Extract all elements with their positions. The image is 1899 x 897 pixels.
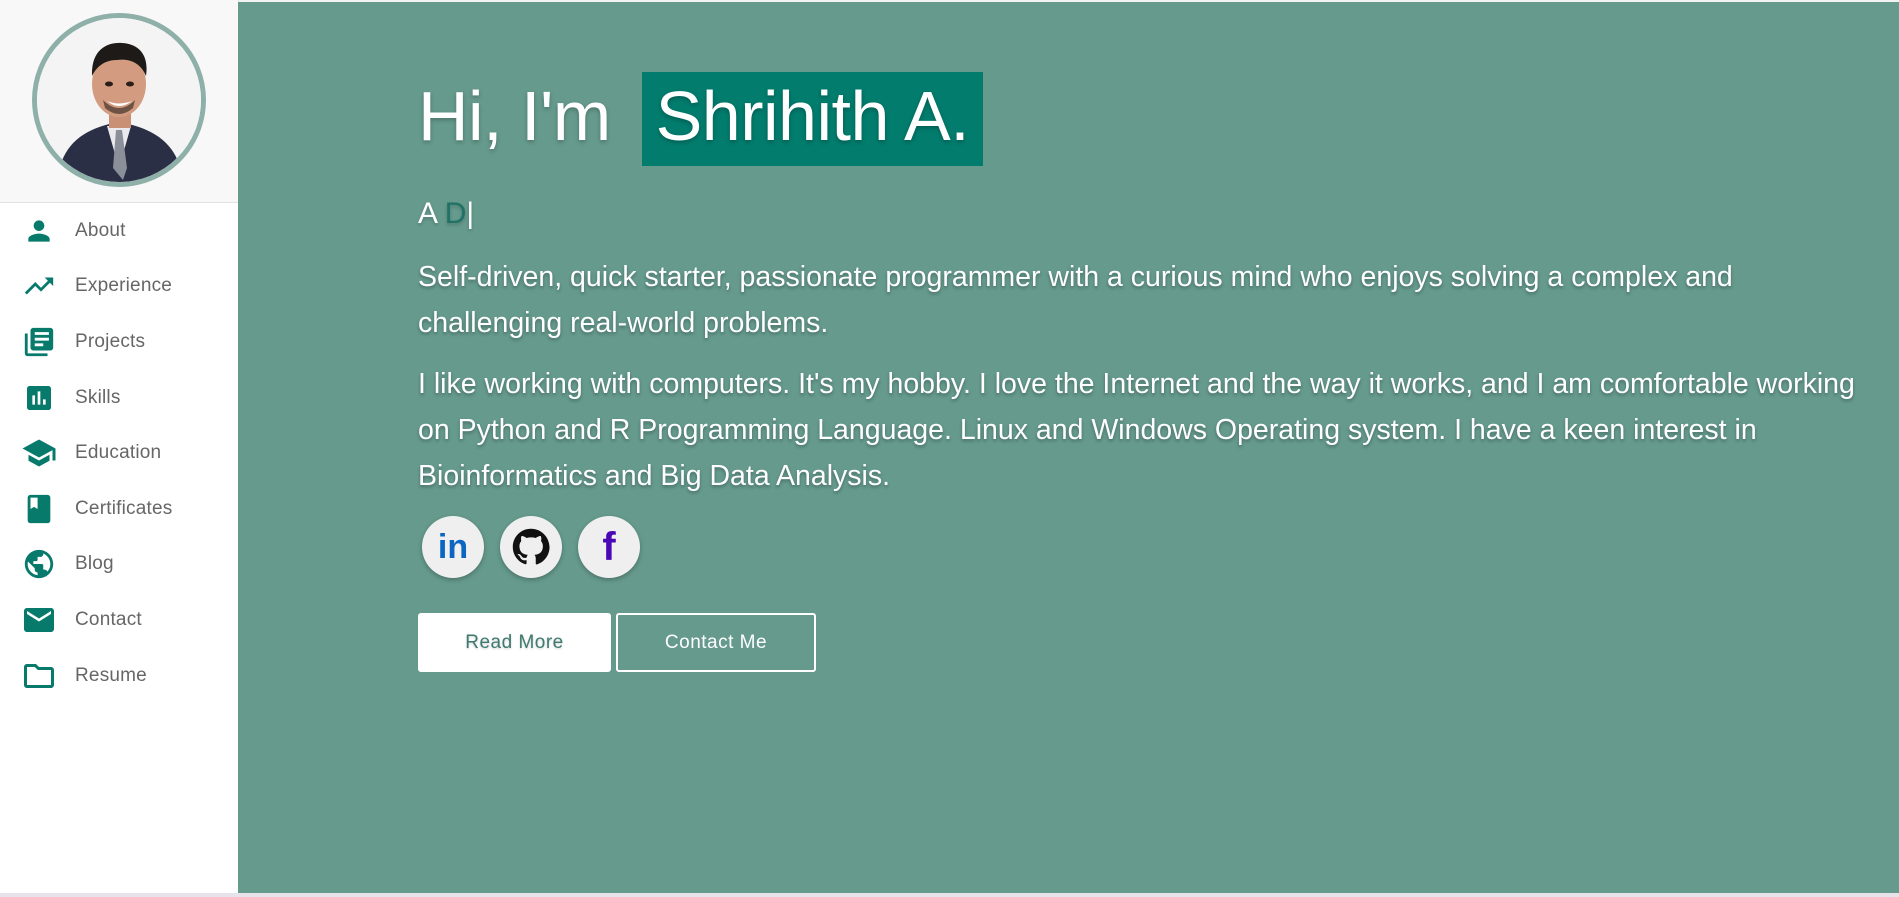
sidebar-item-label: Contact — [75, 608, 142, 630]
sidebar-item-blog[interactable]: Blog — [0, 537, 238, 593]
book-icon — [20, 491, 58, 527]
read-more-button[interactable]: Read More — [418, 613, 611, 672]
sidebar-item-label: Education — [75, 442, 162, 464]
github-link[interactable] — [500, 516, 562, 578]
sidebar-item-projects[interactable]: Projects — [0, 314, 238, 370]
typed-current: D — [444, 197, 467, 230]
sidebar-item-label: Projects — [75, 330, 146, 352]
mail-icon — [20, 602, 58, 638]
person-icon — [20, 213, 58, 249]
intro-paragraph: Self-driven, quick starter, passionate p… — [418, 261, 1733, 339]
sidebar-item-label: Resume — [75, 664, 147, 686]
facebook-link[interactable]: f — [578, 516, 640, 578]
sidebar-item-label: Certificates — [75, 497, 173, 519]
typed-prefix: A — [418, 197, 445, 230]
avatar[interactable] — [32, 13, 206, 187]
sidebar-nav: About Experience Projects Skills Educati… — [0, 203, 238, 703]
trending-up-icon — [20, 268, 58, 304]
hero-section: Hi, I'm Shrihith A. A D| Self-driven, qu… — [238, 2, 1899, 893]
sidebar-item-label: Experience — [75, 275, 173, 297]
bar-chart-icon — [20, 380, 58, 416]
graduation-cap-icon — [20, 435, 58, 471]
avatar-container — [0, 0, 238, 203]
sidebar-item-education[interactable]: Education — [0, 425, 238, 481]
profile-photo — [37, 18, 201, 182]
sidebar-item-certificates[interactable]: Certificates — [0, 481, 238, 537]
bio-paragraph: I like working with computers. It's my h… — [418, 368, 1855, 492]
name-highlight: Shrihith A. — [641, 72, 984, 166]
facebook-icon: f — [602, 525, 616, 569]
social-links: in f — [422, 516, 640, 578]
typed-role-text: A D| — [418, 197, 474, 231]
greeting-text: Hi, I'm — [418, 77, 630, 155]
github-icon — [512, 528, 550, 565]
sidebar-item-experience[interactable]: Experience — [0, 259, 238, 315]
sidebar-item-label: Skills — [75, 386, 121, 408]
library-books-icon — [20, 324, 58, 360]
contact-me-button[interactable]: Contact Me — [616, 613, 816, 672]
sidebar-item-resume[interactable]: Resume — [0, 648, 238, 704]
sidebar-item-label: About — [75, 219, 126, 241]
hero-heading: Hi, I'm Shrihith A. — [418, 72, 984, 166]
sidebar-item-about[interactable]: About — [0, 203, 238, 259]
svg-text:in: in — [438, 528, 468, 566]
linkedin-link[interactable]: in — [422, 516, 484, 578]
sidebar-item-skills[interactable]: Skills — [0, 370, 238, 426]
folder-icon — [20, 658, 58, 694]
svg-text:f: f — [602, 525, 616, 569]
linkedin-icon: in — [438, 528, 468, 566]
sidebar-item-contact[interactable]: Contact — [0, 592, 238, 648]
typed-caret: | — [466, 197, 475, 230]
globe-icon — [20, 546, 58, 582]
bottom-strip — [0, 893, 1899, 897]
hero-buttons: Read More Contact Me — [418, 613, 816, 672]
sidebar: About Experience Projects Skills Educati… — [0, 0, 239, 893]
sidebar-item-label: Blog — [75, 553, 114, 575]
